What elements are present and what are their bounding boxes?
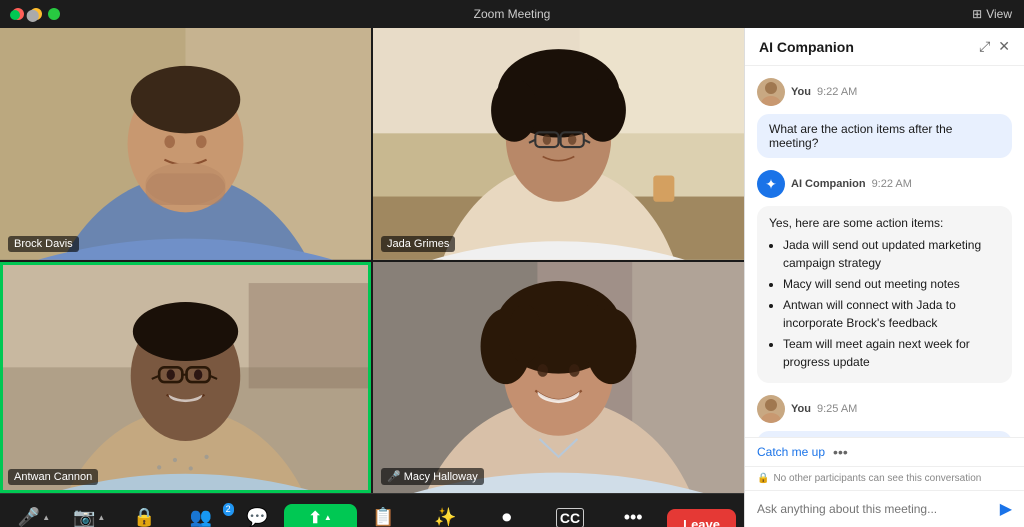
toolbar-wrapper: 🎤 ▲ Mute 📷 ▲ Stop Video bbox=[8, 503, 736, 527]
ai-message-2: Yes, here are some action items: Jada wi… bbox=[757, 206, 1012, 383]
share-caret: ▲ bbox=[324, 513, 332, 522]
chat-icon: 💬 bbox=[246, 507, 268, 527]
ai-companion-panel: AI Companion ⤢ ✕ You 9:22 AM What are th… bbox=[744, 28, 1024, 527]
video-cell-macy: 🎤 Macy Halloway bbox=[373, 262, 744, 494]
share-screen-button[interactable]: ⬆ ▲ Share Screen bbox=[284, 504, 357, 527]
ai-panel-controls: ⤢ ✕ bbox=[979, 38, 1010, 55]
stop-video-button[interactable]: 📷 ▲ Stop Video bbox=[60, 503, 118, 527]
message-header-2: ✦ AI Companion 9:22 AM bbox=[757, 170, 1012, 198]
lock-icon: 🔒 bbox=[757, 473, 769, 484]
summary-button[interactable]: 📋 Summary bbox=[357, 503, 410, 527]
mic-icon-macy: 🎤 bbox=[387, 471, 404, 483]
main-content: ⬤ bbox=[0, 28, 1024, 527]
name-tag-jada: Jada Grimes bbox=[381, 236, 455, 252]
ai-input-area[interactable]: ▶ bbox=[745, 490, 1024, 527]
toolbar: 🎤 ▲ Mute 📷 ▲ Stop Video bbox=[0, 493, 744, 527]
ai-messages-container: You 9:22 AM What are the action items af… bbox=[745, 66, 1024, 437]
message-group-1: You 9:22 AM What are the action items af… bbox=[757, 78, 1012, 158]
captions-button[interactable]: CC Show Captions bbox=[533, 504, 607, 527]
share-icon: ⬆ bbox=[308, 508, 321, 527]
close-icon[interactable]: ✕ bbox=[998, 38, 1010, 55]
leave-button[interactable]: Leave bbox=[667, 509, 736, 527]
more-button[interactable]: ••• More bbox=[607, 503, 659, 527]
video-caret: ▲ bbox=[97, 513, 105, 522]
participants-button[interactable]: 👥 Participants 2 bbox=[170, 503, 231, 527]
more-icon: ••• bbox=[624, 507, 643, 527]
action-item-3: Antwan will connect with Jada to incorpo… bbox=[783, 296, 1000, 332]
chat-button[interactable]: 💬 Chat bbox=[232, 503, 284, 527]
name-tag-macy: 🎤 Macy Halloway bbox=[381, 468, 484, 485]
ai-companion-button[interactable]: ✨ AI Companion bbox=[410, 503, 481, 527]
user-avatar-1 bbox=[757, 78, 785, 106]
video-grid: Brock Davis bbox=[0, 28, 744, 493]
participants-badge: 2 bbox=[223, 503, 234, 516]
action-item-1: Jada will send out updated marketing cam… bbox=[783, 236, 1000, 272]
video-cell-brock: Brock Davis bbox=[0, 28, 371, 260]
privacy-note: 🔒 No other participants can see this con… bbox=[745, 466, 1024, 490]
action-items-list: Jada will send out updated marketing cam… bbox=[769, 236, 1000, 371]
summary-icon: 📋 bbox=[372, 507, 394, 527]
microphone-icon: 🎤 bbox=[18, 507, 40, 527]
name-tag-brock: Brock Davis bbox=[8, 236, 79, 252]
record-button[interactable]: ⏺ Record bbox=[481, 503, 533, 527]
name-tag-antwan: Antwan Cannon bbox=[8, 469, 98, 485]
message-header-1: You 9:22 AM bbox=[757, 78, 1012, 106]
ai-panel-title: AI Companion bbox=[759, 39, 854, 55]
video-cell-antwan: Antwan Cannon bbox=[0, 262, 371, 494]
user-message-1: What are the action items after the meet… bbox=[757, 114, 1012, 158]
catch-me-up-button[interactable]: Catch me up bbox=[757, 445, 825, 459]
message-group-2: ✦ AI Companion 9:22 AM Yes, here are som… bbox=[757, 170, 1012, 383]
participants-icon: 👥 bbox=[190, 507, 212, 527]
action-item-2: Macy will send out meeting notes bbox=[783, 275, 1000, 293]
message-group-3: You 9:25 AM Catch me up bbox=[757, 395, 1012, 437]
ai-panel-header: AI Companion ⤢ ✕ bbox=[745, 28, 1024, 66]
ai-input-field[interactable] bbox=[757, 502, 992, 516]
video-top-bar: ⬤ bbox=[0, 28, 744, 30]
ai-avatar-1: ✦ bbox=[757, 170, 785, 198]
captions-icon: CC bbox=[556, 508, 584, 527]
video-cell-jada: Jada Grimes bbox=[373, 28, 744, 260]
user-avatar-2 bbox=[757, 395, 785, 423]
mute-caret: ▲ bbox=[42, 513, 50, 522]
message-header-3: You 9:25 AM bbox=[757, 395, 1012, 423]
camera-icon: 📷 bbox=[73, 507, 95, 527]
action-item-4: Team will meet again next week for progr… bbox=[783, 335, 1000, 371]
security-button[interactable]: 🔒 Security bbox=[118, 503, 170, 527]
mute-button[interactable]: 🎤 ▲ Mute bbox=[8, 503, 60, 527]
more-options-button[interactable]: ••• bbox=[833, 444, 848, 460]
record-icon: ⏺ bbox=[502, 507, 511, 527]
security-icon: 🔒 bbox=[133, 507, 155, 527]
popout-icon[interactable]: ⤢ bbox=[979, 38, 990, 55]
ai-icon: ✨ bbox=[434, 507, 456, 527]
ai-panel-actions: Catch me up ••• bbox=[745, 437, 1024, 466]
ai-star-icon: ✦ bbox=[765, 176, 777, 193]
send-button[interactable]: ▶ bbox=[1000, 499, 1012, 519]
